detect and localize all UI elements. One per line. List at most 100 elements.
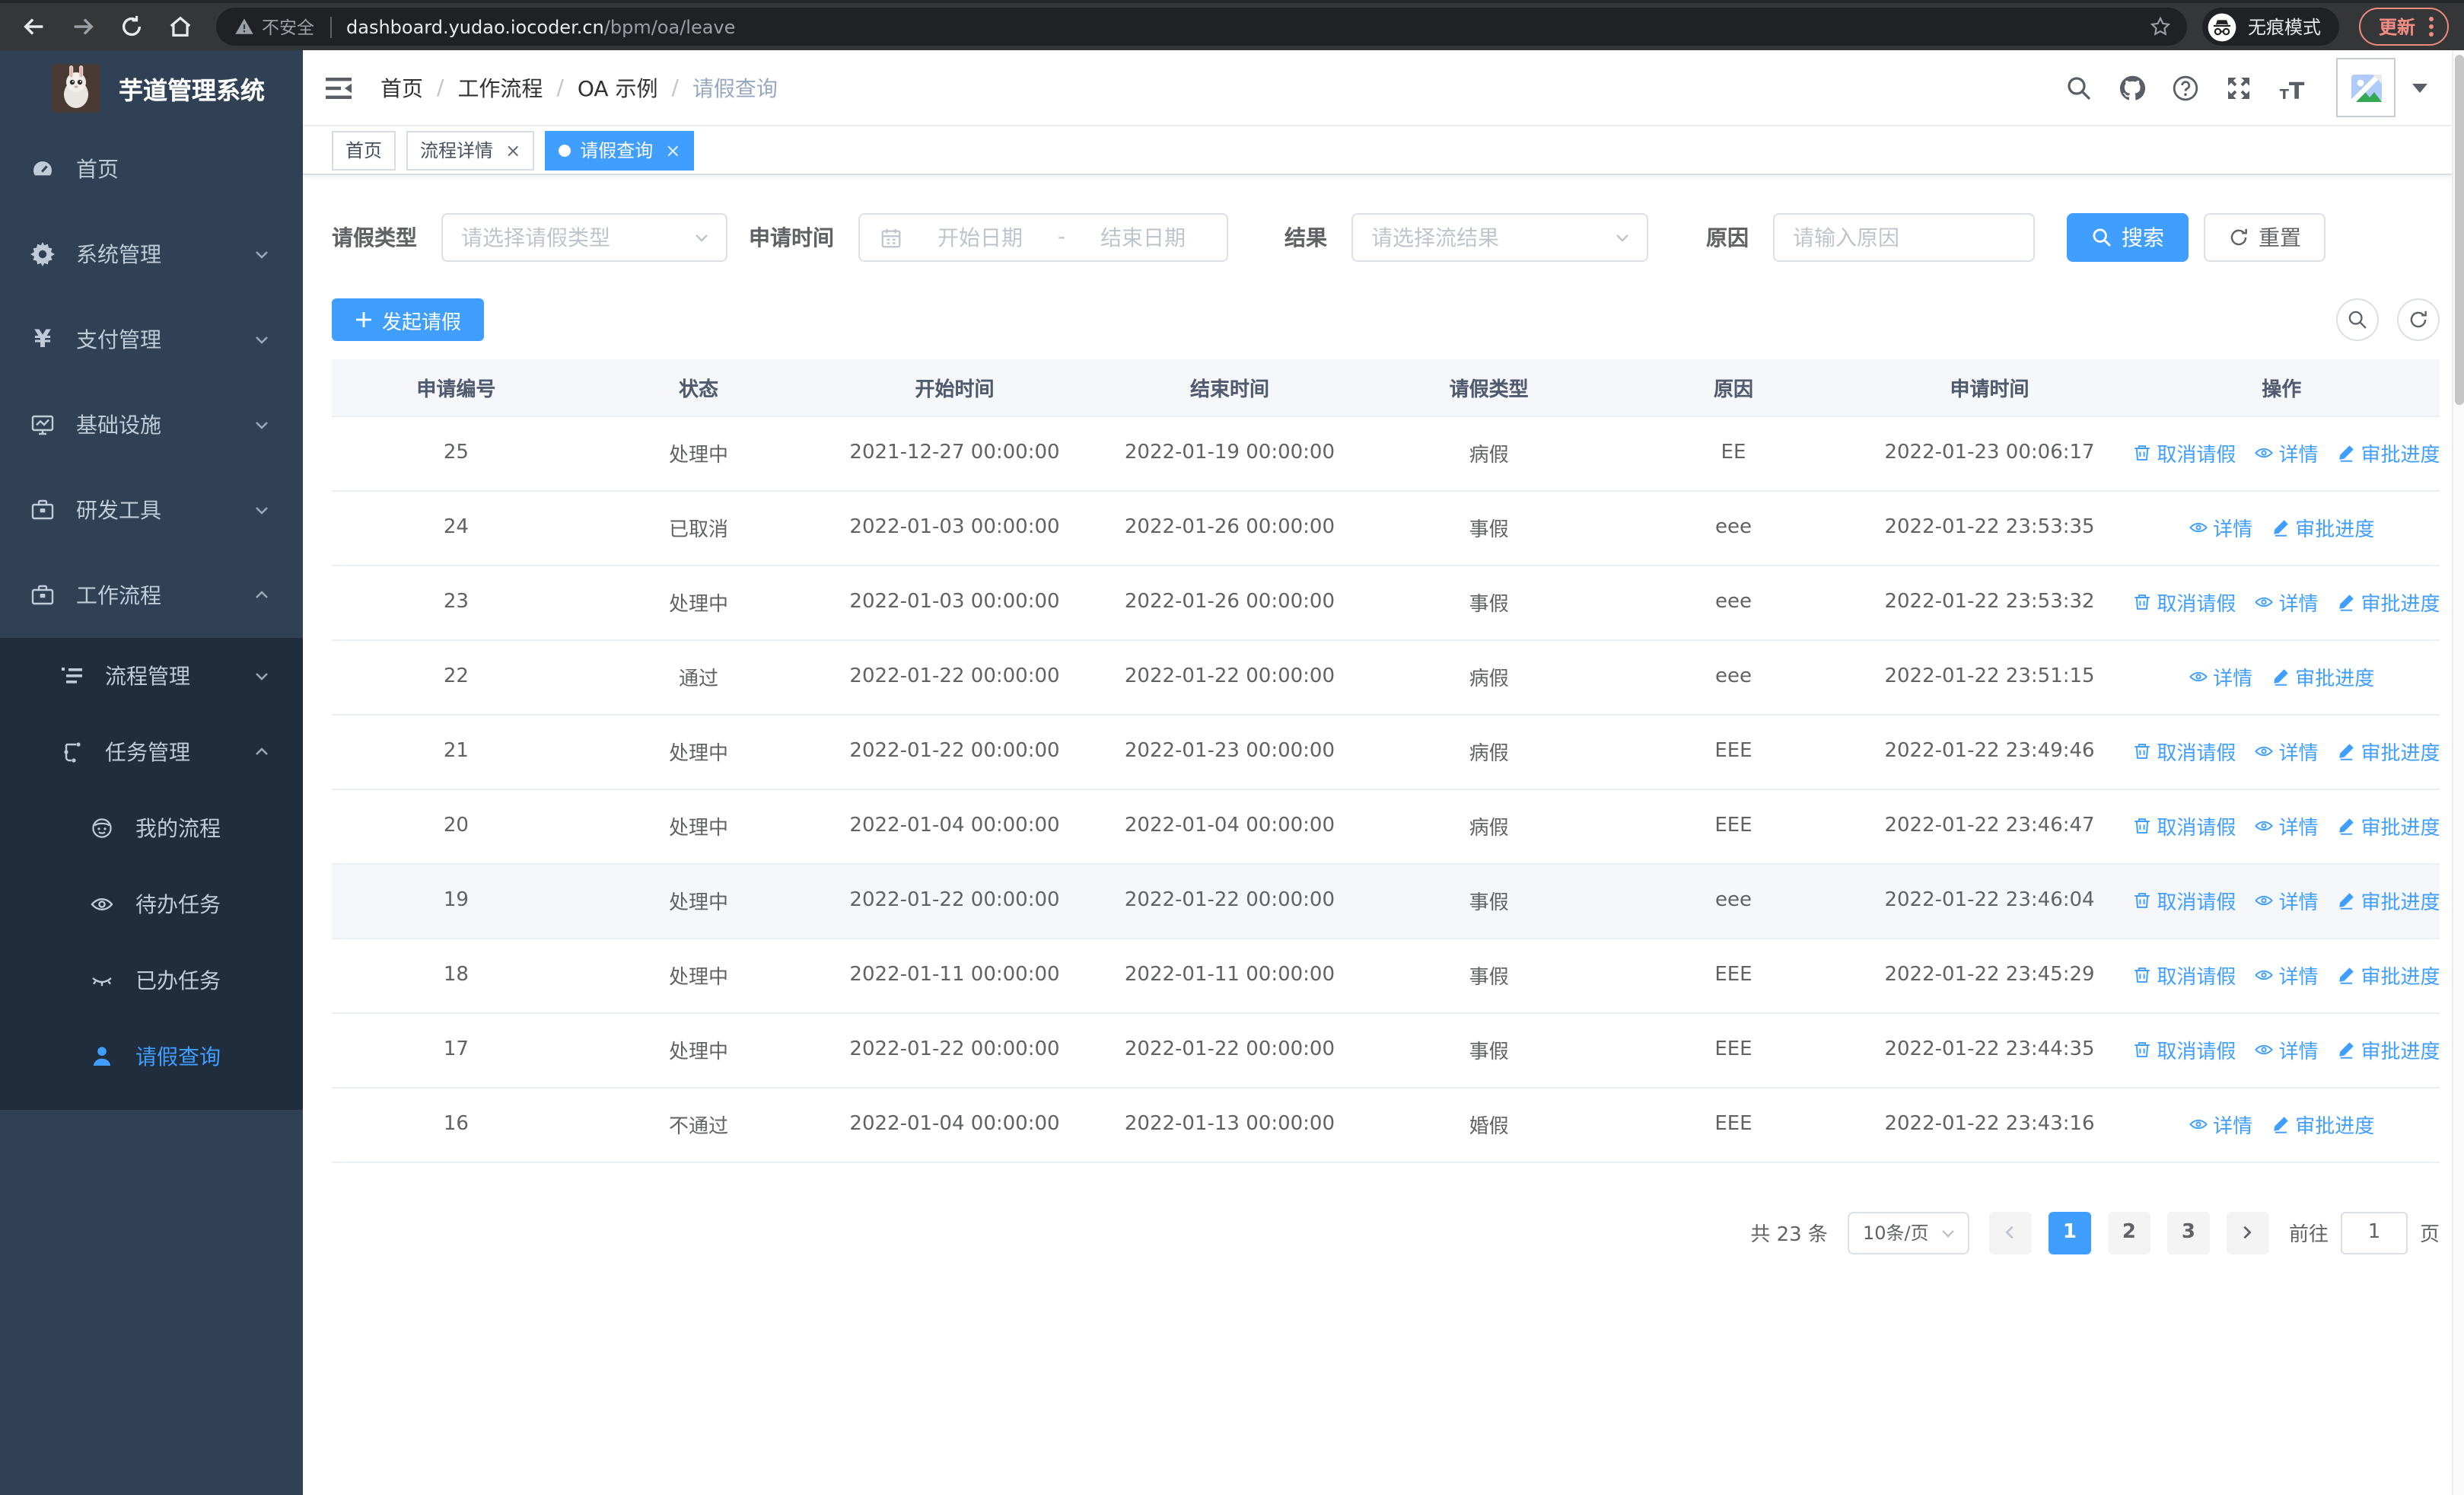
sidebar-item-请假查询[interactable]: 请假查询 <box>0 1018 303 1095</box>
sidebar-item-系统管理[interactable]: 系统管理 <box>0 212 303 297</box>
detail-action-link[interactable]: 详情 <box>2189 1109 2252 1138</box>
progress-action-link[interactable]: 审批进度 <box>2336 736 2440 765</box>
cell-actions: 详情 审批进度 <box>2123 1087 2440 1162</box>
browser-menu-icon[interactable] <box>2429 17 2434 37</box>
cancel-action-link[interactable]: 取消请假 <box>2132 885 2236 914</box>
cell-end: 2022-01-23 00:00:00 <box>1092 714 1367 789</box>
chrome-update-button[interactable]: 更新 <box>2358 8 2449 46</box>
detail-action-link[interactable]: 详情 <box>2254 587 2318 616</box>
app-logo[interactable]: 芋道管理系统 <box>0 50 303 126</box>
close-icon[interactable]: × <box>505 141 520 159</box>
cell-actions: 取消请假 详情 审批进度 <box>2123 416 2440 491</box>
detail-action-link[interactable]: 详情 <box>2189 512 2252 541</box>
show-search-toggle-button[interactable] <box>2336 298 2379 341</box>
browser-home-icon[interactable] <box>158 5 201 48</box>
cancel-action-link[interactable]: 取消请假 <box>2132 736 2236 765</box>
detail-action-link[interactable]: 详情 <box>2189 661 2252 690</box>
view-icon <box>2254 890 2274 910</box>
github-icon[interactable] <box>2117 72 2147 103</box>
search-icon[interactable] <box>2064 72 2094 103</box>
progress-action-link[interactable]: 审批进度 <box>2271 1109 2374 1138</box>
trash-icon <box>2132 815 2152 835</box>
goto-page-input[interactable] <box>2340 1211 2408 1254</box>
cell-status: 已取消 <box>580 490 817 566</box>
fullscreen-icon[interactable] <box>2224 72 2254 103</box>
sidebar-item-基础设施[interactable]: 基础设施 <box>0 382 303 467</box>
cell-actions: 取消请假 详情 审批进度 <box>2123 565 2440 640</box>
cancel-action-link[interactable]: 取消请假 <box>2132 960 2236 989</box>
tab-home[interactable]: 首页 <box>332 130 396 170</box>
cancel-action-link[interactable]: 取消请假 <box>2132 1034 2236 1063</box>
bookmark-star-icon[interactable] <box>2149 15 2172 38</box>
start-date-input[interactable]: 开始日期 <box>912 222 1049 253</box>
result-select[interactable]: 请选择流结果 <box>1351 213 1648 262</box>
help-icon[interactable] <box>2170 72 2201 103</box>
breadcrumb-item[interactable]: 工作流程 <box>457 72 543 103</box>
cell-apply_time: 2022-01-22 23:43:16 <box>1855 1087 2124 1162</box>
cell-start: 2022-01-22 00:00:00 <box>817 863 1093 939</box>
refresh-table-button[interactable] <box>2397 298 2440 341</box>
search-button[interactable]: 搜索 <box>2067 213 2189 262</box>
reason-input[interactable]: 请输入原因 <box>1773 213 2035 262</box>
end-date-input[interactable]: 结束日期 <box>1074 222 1211 253</box>
table-row: 21 处理中 2022-01-22 00:00:00 2022-01-23 00:00… <box>332 714 2440 789</box>
detail-action-link[interactable]: 详情 <box>2254 811 2318 840</box>
progress-action-link[interactable]: 审批进度 <box>2336 587 2440 616</box>
detail-action-link[interactable]: 详情 <box>2254 960 2318 989</box>
sidebar-item-支付管理[interactable]: ¥ 支付管理 <box>0 297 303 382</box>
sidebar-item-已办任务[interactable]: 已办任务 <box>0 942 303 1018</box>
progress-action-link[interactable]: 审批进度 <box>2336 811 2440 840</box>
table-row: 22 通过 2022-01-22 00:00:00 2022-01-22 00:00:… <box>332 639 2440 715</box>
cancel-action-link[interactable]: 取消请假 <box>2132 587 2236 616</box>
progress-action-link[interactable]: 审批进度 <box>2336 960 2440 989</box>
breadcrumb-item[interactable]: OA 示例 <box>578 72 658 103</box>
scrollbar-thumb[interactable] <box>2455 55 2464 405</box>
sidebar-item-流程管理[interactable]: 流程管理 <box>0 638 303 714</box>
tab-process-detail[interactable]: 流程详情 × <box>406 130 535 170</box>
reset-button[interactable]: 重置 <box>2204 213 2326 262</box>
browser-reload-icon[interactable] <box>110 5 152 48</box>
prev-page-button[interactable] <box>1988 1211 2032 1254</box>
avatar-caret-icon[interactable] <box>2412 83 2427 92</box>
security-chip[interactable]: 不安全 <box>234 14 314 39</box>
close-icon[interactable]: × <box>665 141 680 159</box>
apply-time-range-picker[interactable]: 开始日期 - 结束日期 <box>858 213 1228 262</box>
sidebar-item-首页[interactable]: 首页 <box>0 126 303 212</box>
progress-action-link[interactable]: 审批进度 <box>2271 661 2374 690</box>
progress-action-link[interactable]: 审批进度 <box>2336 885 2440 914</box>
leave-type-select[interactable]: 请选择请假类型 <box>441 213 727 262</box>
detail-action-link[interactable]: 详情 <box>2254 885 2318 914</box>
breadcrumb-item[interactable]: 首页 <box>380 72 423 103</box>
progress-action-link[interactable]: 审批进度 <box>2336 1034 2440 1063</box>
page-button-2[interactable]: 2 <box>2107 1211 2150 1254</box>
sidebar-item-研发工具[interactable]: 研发工具 <box>0 467 303 553</box>
sidebar-item-任务管理[interactable]: 任务管理 <box>0 714 303 790</box>
progress-action-link[interactable]: 审批进度 <box>2336 438 2440 467</box>
progress-action-link[interactable]: 审批进度 <box>2271 512 2374 541</box>
sidebar-item-待办任务[interactable]: 待办任务 <box>0 866 303 942</box>
page-button-1[interactable]: 1 <box>2048 1211 2091 1254</box>
next-page-button[interactable] <box>2226 1211 2269 1254</box>
window-scrollbar[interactable] <box>2452 50 2464 1495</box>
detail-action-link[interactable]: 详情 <box>2254 1034 2318 1063</box>
cancel-action-link[interactable]: 取消请假 <box>2132 811 2236 840</box>
create-leave-button[interactable]: 发起请假 <box>332 298 485 341</box>
sidebar-fold-icon[interactable] <box>326 72 356 103</box>
omnibox[interactable]: 不安全 dashboard.yudao.iocoder.cn/bpm/oa/le… <box>216 8 2187 46</box>
detail-action-link[interactable]: 详情 <box>2254 736 2318 765</box>
pen-icon <box>2336 442 2356 462</box>
user-avatar[interactable] <box>2336 58 2396 117</box>
sidebar-item-工作流程[interactable]: 工作流程 <box>0 553 303 638</box>
page-size-select[interactable]: 10条/页 <box>1847 1211 1969 1254</box>
page-button-3[interactable]: 3 <box>2166 1211 2210 1254</box>
top-navbar: 首页 / 工作流程 / OA 示例 / 请假查询 T T <box>303 50 2464 126</box>
browser-forward-icon[interactable] <box>61 5 103 48</box>
tab-leave-query[interactable]: 请假查询 × <box>545 130 695 170</box>
font-size-icon[interactable]: TT <box>2277 72 2307 103</box>
cell-start: 2022-01-11 00:00:00 <box>817 938 1093 1013</box>
incognito-badge: 无痕模式 <box>2201 8 2339 46</box>
cancel-action-link[interactable]: 取消请假 <box>2132 438 2236 467</box>
detail-action-link[interactable]: 详情 <box>2254 438 2318 467</box>
browser-back-icon[interactable] <box>12 5 55 48</box>
sidebar-item-我的流程[interactable]: 我的流程 <box>0 790 303 866</box>
